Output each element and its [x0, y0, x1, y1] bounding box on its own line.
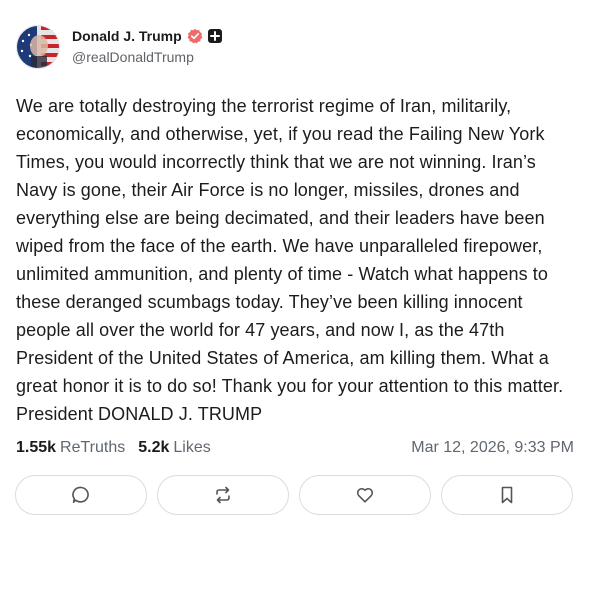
post-timestamp[interactable]: Mar 12, 2026, 9:33 PM [411, 439, 574, 457]
display-name[interactable]: Donald J. Trump [72, 28, 182, 44]
likes-count[interactable]: 5.2k [138, 439, 169, 457]
post-stats: 1.55k ReTruths 5.2k Likes Mar 12, 2026, … [16, 437, 574, 459]
post-header: Donald J. Trump @realDonaldTrump [16, 25, 223, 69]
verified-badge-icon [187, 28, 203, 44]
avatar[interactable] [16, 25, 60, 69]
plus-badge-icon [207, 28, 223, 44]
author-handle[interactable]: @realDonaldTrump [72, 49, 223, 65]
repost-icon [216, 486, 230, 504]
author-identity: Donald J. Trump @realDonaldTrump [72, 26, 223, 65]
bookmark-button[interactable] [441, 475, 573, 515]
flag-portrait-avatar-icon [17, 26, 59, 68]
heart-icon [356, 487, 374, 503]
like-button[interactable] [299, 475, 431, 515]
post-card: Donald J. Trump @realDonaldTrump We are … [0, 0, 590, 596]
bookmark-icon [501, 486, 513, 504]
retruth-button[interactable] [157, 475, 289, 515]
reply-button[interactable] [15, 475, 147, 515]
post-text: We are totally destroying the terrorist … [16, 96, 564, 424]
likes-label[interactable]: Likes [173, 439, 210, 457]
retruths-count[interactable]: 1.55k [16, 439, 56, 457]
action-bar [15, 475, 573, 515]
name-row: Donald J. Trump [72, 26, 223, 46]
retruths-label[interactable]: ReTruths [60, 439, 125, 457]
comment-icon [72, 486, 89, 503]
